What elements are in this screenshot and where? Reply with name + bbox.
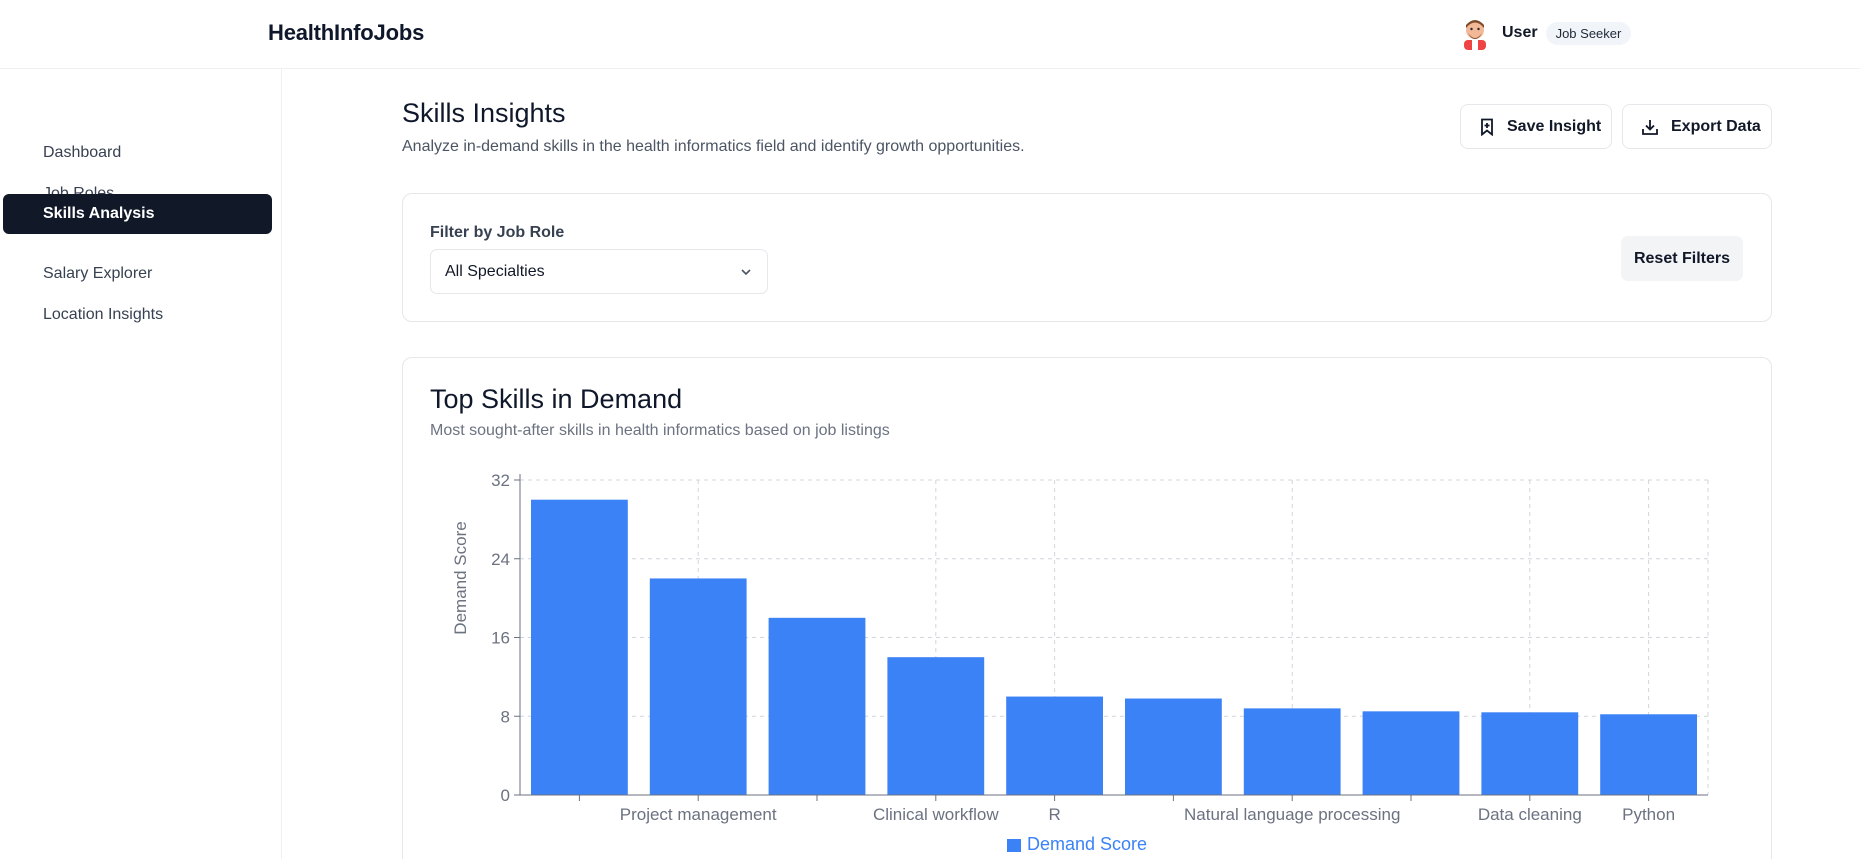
y-tick-label: 32 — [491, 471, 510, 490]
page-subtitle: Analyze in-demand skills in the health i… — [402, 138, 1025, 155]
job-role-select[interactable]: All Specialties — [430, 249, 768, 294]
bar — [1362, 711, 1460, 795]
reset-filters-button[interactable]: Reset Filters — [1621, 236, 1743, 281]
sidebar-item-salary-explorer[interactable]: Salary Explorer — [3, 254, 272, 294]
sidebar-item-skills-analysis[interactable]: Skills Analysis — [3, 194, 272, 234]
export-data-label: Export Data — [1671, 117, 1761, 135]
save-insight-button[interactable]: Save Insight — [1460, 104, 1612, 149]
x-tick-label: Natural language processing — [1184, 805, 1400, 824]
avatar-icon[interactable] — [1460, 16, 1490, 50]
bar — [531, 499, 628, 795]
y-axis-title: Demand Score — [451, 521, 470, 634]
user-name: User — [1502, 24, 1538, 41]
bar — [1006, 696, 1103, 795]
x-tick-label: Project management — [620, 805, 777, 824]
legend-swatch — [1007, 839, 1021, 852]
job-role-select-value: All Specialties — [445, 262, 545, 280]
bar — [887, 657, 985, 795]
top-bar: HealthInfoJobs User Job Seeker — [0, 0, 1860, 69]
chart-bars — [531, 499, 1697, 795]
sidebar: Dashboard Job Roles Skills Analysis Sala… — [0, 69, 282, 859]
bar — [1600, 714, 1697, 795]
x-tick-label: Data cleaning — [1478, 805, 1582, 824]
bookmark-icon — [1481, 118, 1493, 136]
x-tick-label: Python — [1622, 805, 1675, 824]
sidebar-item-dashboard[interactable]: Dashboard — [3, 133, 272, 173]
download-icon — [1642, 119, 1658, 135]
chart-title: Top Skills in Demand — [430, 384, 683, 414]
y-tick-label: 8 — [501, 707, 510, 726]
y-tick-label: 0 — [501, 786, 510, 805]
y-tick-label: 24 — [491, 550, 510, 569]
legend-label: Demand Score — [1027, 834, 1147, 854]
chevron-down-icon — [741, 269, 751, 276]
skills-bar-chart: 0 8 16 24 32 Project management Clinical workf… — [451, 471, 1709, 854]
user-menu[interactable]: User Job Seeker — [1460, 16, 1632, 50]
role-badge: Job Seeker — [1545, 21, 1632, 45]
filter-label: Filter by Job Role — [430, 224, 565, 241]
save-insight-label: Save Insight — [1507, 117, 1602, 135]
bar — [1125, 698, 1222, 795]
page-title: Skills Insights — [402, 98, 566, 128]
bar — [768, 617, 866, 795]
sidebar-item-location-insights[interactable]: Location Insights — [3, 295, 272, 335]
y-tick-label: 16 — [491, 629, 510, 648]
chart-legend[interactable]: Demand Score — [1007, 834, 1147, 854]
brand-logo[interactable]: HealthInfoJobs — [268, 20, 424, 46]
export-data-button[interactable]: Export Data — [1622, 104, 1772, 149]
x-tick-label: R — [1048, 805, 1060, 824]
x-tick-label: Clinical workflow — [873, 805, 999, 824]
bar — [1243, 708, 1341, 795]
bar — [649, 578, 747, 795]
bar — [1481, 712, 1579, 795]
chart-subtitle: Most sought-after skills in health infor… — [430, 422, 890, 439]
